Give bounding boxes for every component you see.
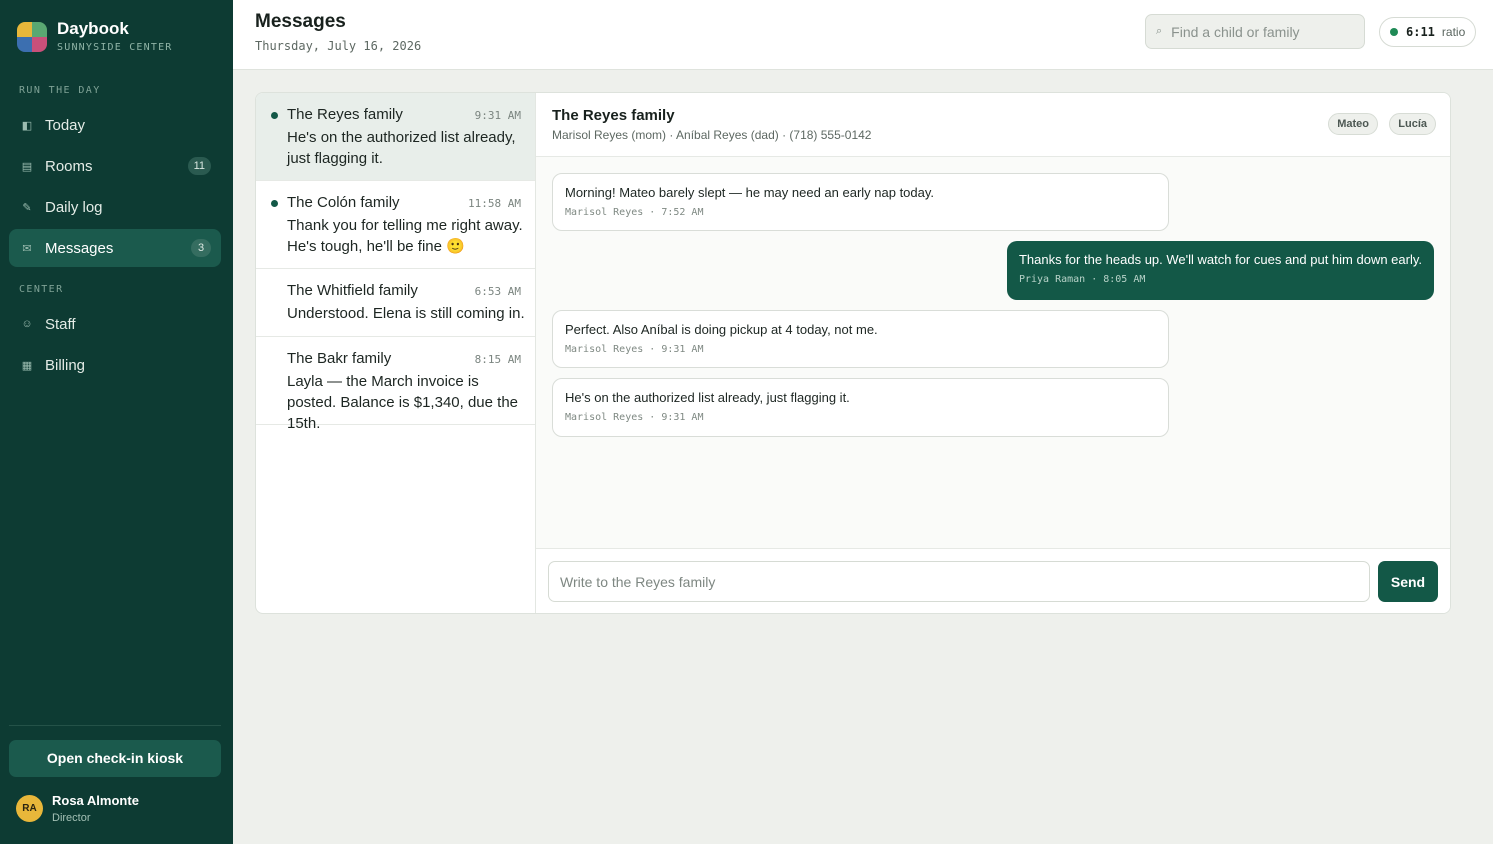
sidebar-item-label: Today xyxy=(45,116,86,134)
thread-item-whitfield[interactable]: The Whitfield family 6:53 AM Understood.… xyxy=(256,269,535,337)
page-title: Messages xyxy=(255,11,346,32)
open-kiosk-button[interactable]: Open check-in kiosk xyxy=(9,740,221,777)
rooms-icon: ▤ xyxy=(21,160,33,173)
sidebar-item-rooms[interactable]: ▤ Rooms 11 xyxy=(9,147,221,185)
pencil-icon: ✎ xyxy=(22,201,32,214)
user-name: Rosa Almonte xyxy=(52,793,139,808)
thread-name: The Reyes family xyxy=(287,106,403,123)
rooms-count-badge: 11 xyxy=(187,157,211,175)
unread-dot xyxy=(271,112,278,119)
sidebar-item-today[interactable]: ◧ Today xyxy=(9,106,221,144)
section-label-run: RUN THE DAY xyxy=(19,85,101,96)
sidebar: Daybook SUNNYSIDE CENTER RUN THE DAY ◧ T… xyxy=(0,0,233,844)
avatar: RA xyxy=(16,795,43,822)
message-bubble-outgoing: Thanks for the heads up. We'll watch for… xyxy=(1006,241,1434,300)
thread-name: The Bakr family xyxy=(287,350,392,367)
message-input[interactable] xyxy=(548,561,1370,602)
thread-time: 9:31 AM xyxy=(474,109,521,122)
sidebar-item-label: Messages xyxy=(45,239,114,257)
page-date: Thursday, July 16, 2026 xyxy=(255,39,422,53)
user-role: Director xyxy=(52,812,91,824)
top-header: Messages Thursday, July 16, 2026 ⌕ 6:11 … xyxy=(233,0,1493,70)
message-composer: Send xyxy=(536,548,1450,613)
message-meta: Marisol Reyes · 9:31 AM xyxy=(565,344,704,355)
conversation: The Reyes family Marisol Reyes (mom) · A… xyxy=(536,93,1450,613)
app-name: Daybook xyxy=(57,19,129,38)
staff-icon: ☺ xyxy=(21,318,33,330)
sidebar-item-label: Staff xyxy=(45,315,76,333)
search-input[interactable] xyxy=(1171,23,1352,40)
sidebar-item-messages[interactable]: ✉ Messages 3 xyxy=(9,229,221,267)
thread-time: 8:15 AM xyxy=(474,353,521,366)
thread-item-reyes[interactable]: The Reyes family 9:31 AM He's on the aut… xyxy=(256,93,535,181)
brand[interactable]: Daybook SUNNYSIDE CENTER xyxy=(17,20,173,53)
messages-panel: The Reyes family 9:31 AM He's on the aut… xyxy=(255,92,1451,614)
ratio-indicator: 6:11 ratio xyxy=(1379,17,1477,47)
sidebar-item-staff[interactable]: ☺ Staff xyxy=(9,305,221,343)
message-text: He's on the authorized list already, jus… xyxy=(565,390,850,405)
message-bubble-incoming: He's on the authorized list already, jus… xyxy=(552,378,1169,437)
thread-preview: He's on the authorized list already, jus… xyxy=(287,129,516,167)
ratio-label: ratio xyxy=(1441,25,1466,39)
conversation-contacts: Marisol Reyes (mom) · Aníbal Reyes (dad)… xyxy=(552,128,872,142)
thread-preview: Layla — the March invoice is posted. Bal… xyxy=(287,373,519,432)
thread-time: 11:58 AM xyxy=(468,197,521,210)
section-label-center: CENTER xyxy=(19,284,64,295)
ratio-status-dot xyxy=(1390,28,1398,36)
daybook-logo-icon xyxy=(17,21,47,52)
thread-name: The Colón family xyxy=(287,194,400,211)
conversation-header: The Reyes family Marisol Reyes (mom) · A… xyxy=(536,93,1450,157)
envelope-icon: ✉ xyxy=(22,242,32,255)
sidebar-item-label: Billing xyxy=(45,356,86,374)
sidebar-item-label: Daily log xyxy=(45,198,103,216)
search-box[interactable]: ⌕ xyxy=(1145,14,1365,49)
sidebar-divider xyxy=(9,725,221,726)
thread-time: 6:53 AM xyxy=(474,285,521,298)
panel-icon: ◧ xyxy=(21,119,33,132)
message-meta: Marisol Reyes · 7:52 AM xyxy=(565,207,704,218)
send-button[interactable]: Send xyxy=(1378,561,1438,602)
center-name: SUNNYSIDE CENTER xyxy=(57,42,173,53)
message-text: Perfect. Also Aníbal is doing pickup at … xyxy=(565,322,878,337)
child-chip-lucia[interactable]: Lucía xyxy=(1389,113,1436,135)
message-thread: Morning! Mateo barely slept — he may nee… xyxy=(536,157,1450,548)
user-profile[interactable]: RA Rosa Almonte Director xyxy=(16,793,139,824)
conversation-title: The Reyes family xyxy=(552,107,675,124)
billing-icon: ▦ xyxy=(21,359,33,372)
message-meta: Priya Raman · 8:05 AM xyxy=(1018,274,1146,285)
message-text: Thanks for the heads up. We'll watch for… xyxy=(1018,252,1422,267)
thread-name: The Whitfield family xyxy=(287,282,418,299)
unread-count-badge: 3 xyxy=(191,239,211,257)
thread-item-bakr[interactable]: The Bakr family 8:15 AM Layla — the Marc… xyxy=(256,337,535,432)
thread-preview: Understood. Elena is still coming in. xyxy=(287,305,525,322)
unread-dot xyxy=(271,200,278,207)
message-bubble-incoming: Perfect. Also Aníbal is doing pickup at … xyxy=(552,310,1169,368)
sidebar-item-billing[interactable]: ▦ Billing xyxy=(9,346,221,384)
ratio-value: 6:11 xyxy=(1406,25,1435,39)
search-icon: ⌕ xyxy=(1156,25,1163,37)
thread-list: The Reyes family 9:31 AM He's on the aut… xyxy=(256,93,536,613)
message-text: Morning! Mateo barely slept — he may nee… xyxy=(565,185,935,200)
message-bubble-incoming: Morning! Mateo barely slept — he may nee… xyxy=(552,173,1169,231)
message-meta: Marisol Reyes · 9:31 AM xyxy=(565,412,704,423)
thread-item-colon[interactable]: The Colón family 11:58 AM Thank you for … xyxy=(256,181,535,269)
child-chip-mateo[interactable]: Mateo xyxy=(1328,113,1378,135)
sidebar-item-daily-log[interactable]: ✎ Daily log xyxy=(9,188,221,226)
sidebar-item-label: Rooms xyxy=(45,157,93,175)
thread-preview: Thank you for telling me right away. He'… xyxy=(287,217,523,255)
